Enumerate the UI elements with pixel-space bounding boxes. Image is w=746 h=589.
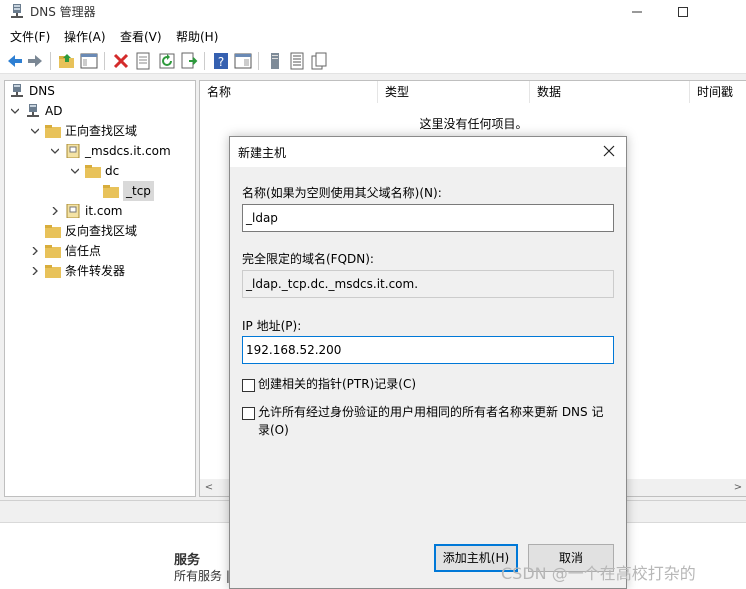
console-tree: DNS AD 正向查找区域 _msdcs.it.com dc _tcp it.c… <box>4 80 196 497</box>
tree-label: 正向查找区域 <box>65 124 138 138</box>
chevron-down-icon[interactable] <box>11 107 19 115</box>
scroll-right-arrow-icon[interactable]: > <box>730 480 746 495</box>
toolbar-separator <box>258 52 259 70</box>
folder-icon <box>45 125 61 138</box>
toolbar-separator <box>204 52 205 70</box>
create-ptr-checkbox[interactable] <box>242 379 255 392</box>
window-title: DNS 管理器 <box>30 5 96 19</box>
server-icon <box>27 104 39 117</box>
close-icon[interactable] <box>600 142 618 160</box>
dns-app-icon <box>11 4 23 18</box>
forward-arrow-icon[interactable] <box>26 52 44 70</box>
allow-update-label-line1: 允许所有经过身份验证的用户用相同的所有者名称来更新 DNS 记 <box>258 405 604 419</box>
folder-icon <box>103 185 119 198</box>
chevron-down-icon[interactable] <box>71 167 79 175</box>
export-list-icon[interactable] <box>180 52 198 70</box>
delete-icon[interactable] <box>112 52 130 70</box>
fqdn-label: 完全限定的域名(FQDN): <box>242 252 374 266</box>
title-bar: DNS 管理器 <box>0 0 746 24</box>
name-input[interactable]: _ldap <box>242 204 614 232</box>
zone-icon <box>66 204 80 218</box>
folder-icon <box>45 265 61 278</box>
tree-label: 反向查找区域 <box>65 224 138 238</box>
toolbar-separator <box>50 52 51 70</box>
new-host-dialog: 新建主机 名称(如果为空则使用其父域名称)(N): _ldap 完全限定的域名(… <box>229 136 627 589</box>
refresh-icon[interactable] <box>158 52 176 70</box>
ip-label: IP 地址(P): <box>242 319 302 333</box>
chevron-right-icon[interactable] <box>31 247 39 255</box>
folder-icon <box>45 245 61 258</box>
tree-label: _tcp <box>123 181 154 201</box>
svg-text:?: ? <box>218 55 224 69</box>
console-tree-icon[interactable] <box>80 52 98 70</box>
dns-icon <box>11 84 23 97</box>
server-icon[interactable] <box>266 52 284 70</box>
up-folder-icon[interactable] <box>58 52 76 70</box>
create-ptr-label: 创建相关的指针(PTR)记录(C) <box>258 377 417 391</box>
column-header-name[interactable]: 名称 <box>200 81 378 103</box>
scroll-left-arrow-icon[interactable]: < <box>201 480 217 495</box>
minimize-icon <box>632 11 642 13</box>
folder-icon <box>45 225 61 238</box>
tree-label: 信任点 <box>65 244 102 258</box>
maximize-button[interactable] <box>660 0 706 24</box>
chevron-down-icon[interactable] <box>31 127 39 135</box>
back-arrow-icon[interactable] <box>6 52 24 70</box>
menu-help[interactable]: 帮助(H) <box>176 28 218 45</box>
toolbar-separator <box>104 52 105 70</box>
services-subtitle: 所有服务 | <box>174 569 230 583</box>
watermark: CSDN @一个在高校打杂的 <box>501 564 696 583</box>
tree-label: dc <box>105 164 120 178</box>
allow-update-checkbox[interactable] <box>242 407 255 420</box>
dialog-title-bar: 新建主机 <box>230 137 626 167</box>
column-header-data[interactable]: 数据 <box>530 81 690 103</box>
fqdn-field: _ldap._tcp.dc._msdcs.it.com. <box>242 270 614 298</box>
menu-view[interactable]: 查看(V) <box>120 28 162 45</box>
dialog-title: 新建主机 <box>238 146 287 160</box>
menu-bar: 文件(F) 操作(A) 查看(V) 帮助(H) <box>0 24 746 48</box>
show-hide-pane-icon[interactable] <box>234 52 252 70</box>
menu-file[interactable]: 文件(F) <box>10 28 50 45</box>
tree-label: AD <box>45 104 63 118</box>
chevron-right-icon[interactable] <box>31 267 39 275</box>
minimize-button[interactable] <box>614 0 660 24</box>
column-header-type[interactable]: 类型 <box>378 81 530 103</box>
ip-address-input[interactable]: 192.168.52.200 <box>242 336 614 364</box>
chevron-right-icon[interactable] <box>51 207 59 215</box>
help-icon[interactable]: ? <box>212 52 230 70</box>
tree-label: 条件转发器 <box>65 264 126 278</box>
allow-update-label-line2: 录(O) <box>258 423 289 437</box>
services-title: 服务 <box>174 553 201 568</box>
tree-label: _msdcs.it.com <box>85 144 171 158</box>
menu-action[interactable]: 操作(A) <box>64 28 106 45</box>
column-header-timestamp[interactable]: 时间戳 <box>690 81 746 103</box>
maximize-icon <box>678 7 688 17</box>
tree-label: DNS <box>29 84 55 98</box>
chevron-down-icon[interactable] <box>51 147 59 155</box>
properties-icon[interactable] <box>134 52 152 70</box>
empty-list-message: 这里没有任何项目。 <box>419 117 528 131</box>
toolbar: ? <box>0 48 746 74</box>
record-list-icon[interactable] <box>288 52 306 70</box>
folder-icon <box>85 165 101 178</box>
zone-icon <box>66 144 80 158</box>
name-label: 名称(如果为空则使用其父域名称)(N): <box>242 186 442 200</box>
copy-record-icon[interactable] <box>310 52 328 70</box>
tree-label: it.com <box>85 204 123 218</box>
